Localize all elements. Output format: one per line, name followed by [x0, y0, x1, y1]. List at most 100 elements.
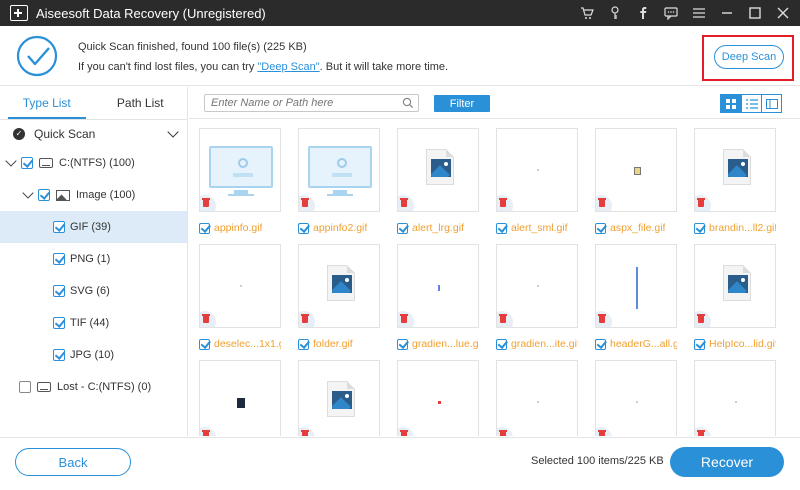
- tree-item-png[interactable]: PNG (1): [0, 243, 187, 275]
- file-card[interactable]: brandin...ll2.gif: [694, 128, 776, 244]
- trash-icon[interactable]: [398, 195, 414, 211]
- file-checkbox[interactable]: [199, 338, 210, 350]
- recover-button[interactable]: Recover: [670, 447, 784, 477]
- trash-icon[interactable]: [497, 195, 513, 211]
- file-thumbnail[interactable]: [199, 360, 281, 436]
- tree-item-jpg[interactable]: JPG (10): [0, 339, 187, 371]
- file-checkbox[interactable]: [397, 338, 408, 350]
- file-thumbnail[interactable]: [199, 128, 281, 212]
- checkbox[interactable]: [21, 157, 33, 169]
- minimize-icon[interactable]: [720, 6, 734, 20]
- file-card[interactable]: aspx_file.gif: [595, 128, 677, 244]
- checkbox[interactable]: [53, 253, 65, 265]
- facebook-icon[interactable]: [636, 6, 650, 20]
- trash-icon[interactable]: [299, 427, 315, 436]
- file-card[interactable]: [694, 360, 776, 436]
- trash-icon[interactable]: [398, 311, 414, 327]
- file-card[interactable]: [496, 360, 578, 436]
- tab-path-list[interactable]: Path List: [94, 87, 188, 119]
- grid-view-icon[interactable]: [721, 95, 741, 112]
- trash-icon[interactable]: [299, 195, 315, 211]
- tree-item-tif[interactable]: TIF (44): [0, 307, 187, 339]
- file-card[interactable]: appinfo2.gif: [298, 128, 380, 244]
- deep-scan-button[interactable]: Deep Scan: [714, 45, 784, 69]
- checkbox[interactable]: [53, 317, 65, 329]
- key-icon[interactable]: [608, 6, 622, 20]
- maximize-icon[interactable]: [748, 6, 762, 20]
- search-box[interactable]: [204, 94, 419, 112]
- checkbox[interactable]: [38, 189, 50, 201]
- tree-item-image[interactable]: Image (100): [0, 179, 187, 211]
- file-card[interactable]: alert_sml.gif: [496, 128, 578, 244]
- file-card[interactable]: [397, 360, 479, 436]
- file-thumbnail[interactable]: [298, 360, 380, 436]
- trash-icon[interactable]: [200, 195, 216, 211]
- trash-icon[interactable]: [695, 311, 711, 327]
- trash-icon[interactable]: [596, 427, 612, 436]
- trash-icon[interactable]: [596, 311, 612, 327]
- file-card[interactable]: folder.gif: [298, 244, 380, 360]
- file-thumbnail[interactable]: [496, 128, 578, 212]
- trash-icon[interactable]: [200, 427, 216, 436]
- file-card[interactable]: appinfo.gif: [199, 128, 281, 244]
- close-icon[interactable]: [776, 6, 790, 20]
- trash-icon[interactable]: [497, 427, 513, 436]
- file-thumbnail[interactable]: [595, 128, 677, 212]
- checkbox[interactable]: [53, 349, 65, 361]
- file-card[interactable]: HelpIco...lid.gif: [694, 244, 776, 360]
- tab-type-list[interactable]: Type List: [0, 87, 94, 119]
- trash-icon[interactable]: [695, 195, 711, 211]
- file-card[interactable]: gradien...ite.gif: [496, 244, 578, 360]
- file-card[interactable]: deselec...1x1.gif: [199, 244, 281, 360]
- menu-icon[interactable]: [692, 6, 706, 20]
- file-thumbnail[interactable]: [595, 244, 677, 328]
- file-card[interactable]: headerG...all.gif: [595, 244, 677, 360]
- file-card[interactable]: gradien...lue.gif: [397, 244, 479, 360]
- file-checkbox[interactable]: [298, 338, 309, 350]
- trash-icon[interactable]: [398, 427, 414, 436]
- checkbox[interactable]: [53, 285, 65, 297]
- search-input[interactable]: [211, 97, 396, 109]
- file-checkbox[interactable]: [694, 338, 705, 350]
- file-thumbnail[interactable]: [397, 360, 479, 436]
- expand-arrow-icon[interactable]: [22, 187, 34, 199]
- file-checkbox[interactable]: [496, 222, 507, 234]
- file-checkbox[interactable]: [298, 222, 309, 234]
- checkbox[interactable]: [19, 381, 31, 393]
- trash-icon[interactable]: [695, 427, 711, 436]
- file-thumbnail[interactable]: [595, 360, 677, 436]
- file-card[interactable]: [595, 360, 677, 436]
- file-thumbnail[interactable]: [694, 128, 776, 212]
- file-thumbnail[interactable]: [397, 128, 479, 212]
- filter-button[interactable]: Filter: [434, 95, 490, 112]
- deep-scan-link[interactable]: "Deep Scan": [257, 61, 319, 73]
- expand-arrow-icon[interactable]: [5, 155, 17, 167]
- file-thumbnail[interactable]: [496, 360, 578, 436]
- file-checkbox[interactable]: [397, 222, 408, 234]
- file-checkbox[interactable]: [694, 222, 705, 234]
- file-card[interactable]: [199, 360, 281, 436]
- file-thumbnail[interactable]: [496, 244, 578, 328]
- quick-scan-dropdown[interactable]: ✓ Quick Scan: [0, 120, 187, 147]
- back-button[interactable]: Back: [15, 448, 131, 476]
- file-thumbnail[interactable]: [694, 360, 776, 436]
- file-thumbnail[interactable]: [199, 244, 281, 328]
- file-thumbnail[interactable]: [298, 128, 380, 212]
- file-card[interactable]: [298, 360, 380, 436]
- checkbox[interactable]: [53, 221, 65, 233]
- tree-item-gif[interactable]: GIF (39): [0, 211, 187, 243]
- feedback-icon[interactable]: [664, 6, 678, 20]
- file-checkbox[interactable]: [595, 222, 606, 234]
- file-thumbnail[interactable]: [298, 244, 380, 328]
- detail-view-icon[interactable]: [761, 95, 781, 112]
- trash-icon[interactable]: [200, 311, 216, 327]
- file-checkbox[interactable]: [496, 338, 507, 350]
- tree-item-c-drive[interactable]: C:(NTFS) (100): [0, 147, 187, 179]
- file-checkbox[interactable]: [595, 338, 606, 350]
- tree-item-lost-c-drive[interactable]: Lost - C:(NTFS) (0): [0, 371, 187, 403]
- trash-icon[interactable]: [497, 311, 513, 327]
- tree-item-svg[interactable]: SVG (6): [0, 275, 187, 307]
- file-thumbnail[interactable]: [397, 244, 479, 328]
- trash-icon[interactable]: [299, 311, 315, 327]
- cart-icon[interactable]: [580, 6, 594, 20]
